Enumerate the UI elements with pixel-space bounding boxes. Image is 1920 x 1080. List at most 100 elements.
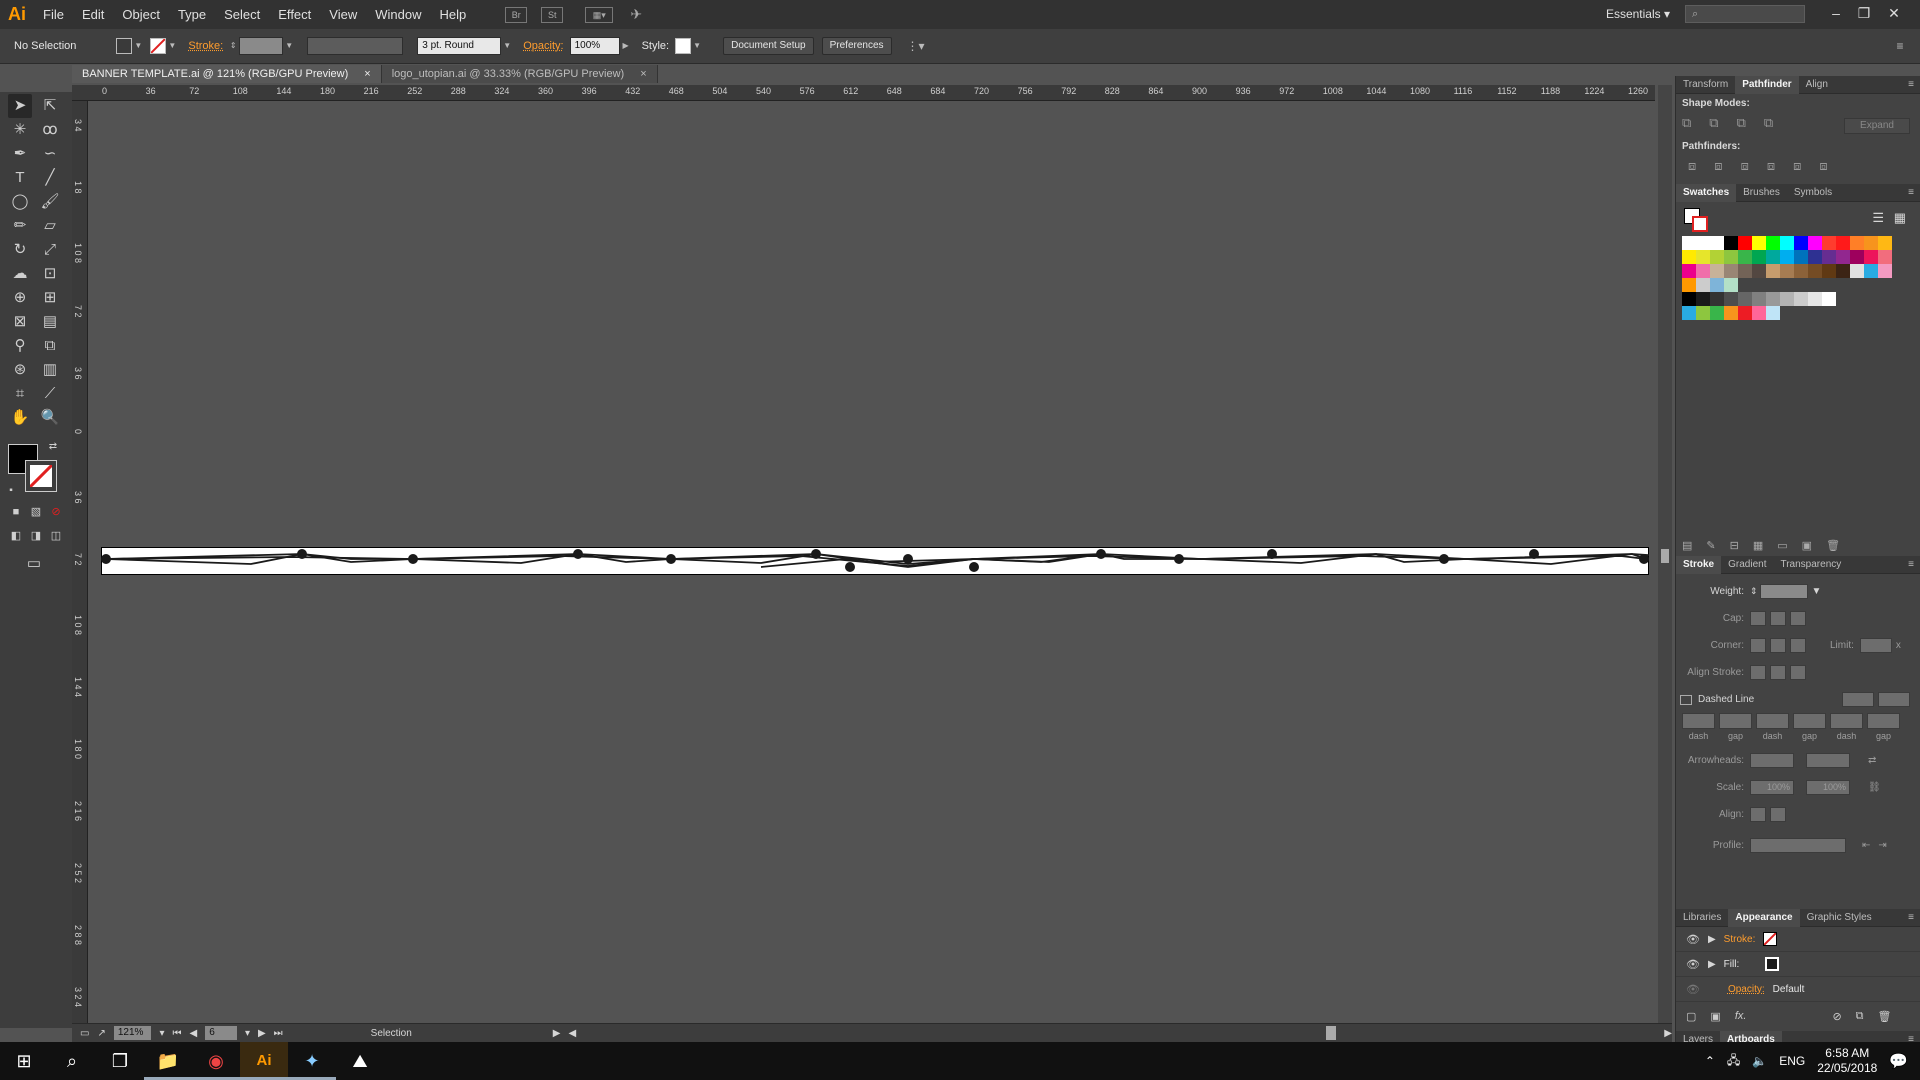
tab-logo-utopian[interactable]: logo_utopian.ai @ 33.33% (RGB/GPU Previe…: [381, 65, 658, 83]
color-swatch[interactable]: [1864, 236, 1878, 250]
brush-dropdown-icon[interactable]: ▼: [501, 38, 513, 54]
color-swatch[interactable]: [1766, 264, 1780, 278]
color-swatch[interactable]: [1696, 306, 1710, 320]
tab-banner-template[interactable]: BANNER TEMPLATE.ai @ 121% (RGB/GPU Previ…: [72, 65, 382, 83]
brush-definition[interactable]: 3 pt. Round: [417, 37, 502, 55]
opacity-label[interactable]: Opacity:: [523, 40, 563, 52]
lasso-tool-icon[interactable]: ꝏ: [38, 118, 62, 142]
gap-field-2[interactable]: gap: [1793, 713, 1826, 741]
preferences-button[interactable]: Preferences: [821, 37, 892, 55]
color-swatch[interactable]: [1710, 236, 1724, 250]
tab-libraries[interactable]: Libraries: [1676, 909, 1728, 927]
arrange-icon[interactable]: ⋮▾: [906, 38, 926, 54]
limit-field[interactable]: [1859, 638, 1892, 653]
opacity-arrow-icon[interactable]: ▶: [620, 38, 632, 54]
color-swatch[interactable]: [1780, 292, 1794, 306]
artboard-icon[interactable]: ▭: [80, 1028, 89, 1039]
panel-menu-icon[interactable]: ≡: [1908, 79, 1920, 90]
expand-triangle-icon[interactable]: ▶: [1708, 934, 1716, 945]
arrange-documents-icon[interactable]: ▦▾: [585, 6, 614, 23]
anchor-point[interactable]: [969, 562, 979, 572]
color-swatch[interactable]: [1682, 306, 1696, 320]
color-swatch[interactable]: [1710, 292, 1724, 306]
fill-swatch[interactable]: [116, 38, 133, 54]
round-cap-icon[interactable]: [1770, 611, 1786, 626]
panel-menu-icon[interactable]: ≡: [1908, 187, 1920, 198]
color-swatch[interactable]: [1794, 264, 1808, 278]
panel-menu-icon[interactable]: ≡: [1908, 559, 1920, 570]
shape-builder-tool-icon[interactable]: ⊕: [8, 286, 32, 310]
document-setup-button[interactable]: Document Setup: [723, 37, 814, 55]
menu-type[interactable]: Type: [169, 7, 215, 22]
anchor-point[interactable]: [1639, 554, 1649, 564]
color-swatch[interactable]: [1808, 292, 1822, 306]
color-swatch[interactable]: [1710, 278, 1724, 292]
unite-icon[interactable]: ⧉: [1682, 115, 1691, 131]
weight-field[interactable]: [1759, 584, 1808, 599]
pen-tool-icon[interactable]: ✒: [8, 142, 32, 166]
scale-tool-icon[interactable]: ⤢: [38, 238, 62, 262]
artboard-dropdown-icon[interactable]: ▾: [245, 1028, 250, 1039]
bevel-join-icon[interactable]: [1790, 638, 1806, 653]
next-artboard-icon[interactable]: ▶: [258, 1028, 266, 1039]
color-swatch[interactable]: [1682, 292, 1696, 306]
color-swatch[interactable]: [1738, 264, 1752, 278]
anchor-point[interactable]: [101, 554, 111, 564]
vertical-scrollbar[interactable]: [1658, 85, 1672, 1023]
appearance-stroke-swatch[interactable]: [1763, 932, 1778, 946]
file-explorer-icon[interactable]: 📁: [144, 1042, 192, 1080]
color-swatch[interactable]: [1878, 250, 1892, 264]
projecting-cap-icon[interactable]: [1790, 611, 1806, 626]
flip-along-icon[interactable]: ⇤: [1862, 840, 1870, 851]
search-icon[interactable]: ⌕: [48, 1042, 96, 1080]
default-colors-icon[interactable]: ▪: [4, 484, 18, 498]
tab-graphic-styles[interactable]: Graphic Styles: [1800, 909, 1879, 927]
anchor-point[interactable]: [903, 554, 913, 564]
app-taskbar-icon[interactable]: ✦: [288, 1042, 336, 1080]
color-swatch[interactable]: [1738, 292, 1752, 306]
appearance-fill-row[interactable]: 👁 ▶ Fill:: [1676, 952, 1920, 977]
anchor-point[interactable]: [1529, 549, 1539, 559]
artboard-number-field[interactable]: 6: [205, 1026, 237, 1040]
dash-field-3[interactable]: dash: [1830, 713, 1863, 741]
anchor-point[interactable]: [573, 549, 583, 559]
visibility-eye-icon[interactable]: 👁: [1686, 983, 1700, 996]
last-artboard-icon[interactable]: ⏭: [274, 1028, 283, 1039]
menu-edit[interactable]: Edit: [73, 7, 113, 22]
divide-icon[interactable]: ⧈: [1688, 158, 1696, 174]
color-swatch[interactable]: [1752, 250, 1766, 264]
appearance-fill-label[interactable]: Fill:: [1724, 959, 1740, 970]
tab-stroke[interactable]: Stroke: [1676, 555, 1722, 574]
stock-icon[interactable]: St: [541, 6, 564, 23]
align-inside-icon[interactable]: [1770, 665, 1786, 680]
delete-swatch-icon[interactable]: 🗑: [1826, 539, 1840, 552]
swatch-libraries-icon[interactable]: ▤: [1682, 539, 1692, 552]
hscroll-right-icon[interactable]: ▶: [1664, 1028, 1672, 1039]
end-arrowhead-select[interactable]: [1806, 753, 1850, 768]
align-dash-icon[interactable]: [1878, 692, 1910, 707]
panel-menu-icon[interactable]: ≡: [1908, 912, 1920, 923]
open-in-icon[interactable]: ↗: [97, 1028, 105, 1039]
paintbrush-tool-icon[interactable]: 🖌: [38, 190, 62, 214]
color-swatch[interactable]: [1808, 264, 1822, 278]
color-swatch[interactable]: [1738, 250, 1752, 264]
add-stroke-icon[interactable]: ▢: [1686, 1010, 1696, 1023]
chrome-icon[interactable]: ◉: [192, 1042, 240, 1080]
color-swatch[interactable]: [1682, 278, 1696, 292]
zoom-tool-icon[interactable]: 🔍: [38, 406, 62, 430]
new-color-group-icon[interactable]: ▭: [1777, 539, 1787, 552]
color-mode-icon[interactable]: ■: [8, 504, 24, 520]
minus-front-icon[interactable]: ⧉: [1709, 115, 1718, 131]
gap-field-3[interactable]: gap: [1867, 713, 1900, 741]
color-swatch[interactable]: [1710, 306, 1724, 320]
direct-selection-tool-icon[interactable]: ⇱: [38, 94, 62, 118]
list-view-icon[interactable]: ☰: [1872, 210, 1884, 226]
minimize-icon[interactable]: –: [1822, 2, 1850, 24]
color-swatch[interactable]: [1878, 236, 1892, 250]
color-group-icon[interactable]: ▦: [1753, 539, 1763, 552]
color-swatch[interactable]: [1724, 250, 1738, 264]
warp-tool-icon[interactable]: ☁: [8, 262, 32, 286]
menu-effect[interactable]: Effect: [269, 7, 320, 22]
blend-tool-icon[interactable]: ⧉: [38, 334, 62, 358]
intersect-icon[interactable]: ⧉: [1737, 115, 1746, 131]
